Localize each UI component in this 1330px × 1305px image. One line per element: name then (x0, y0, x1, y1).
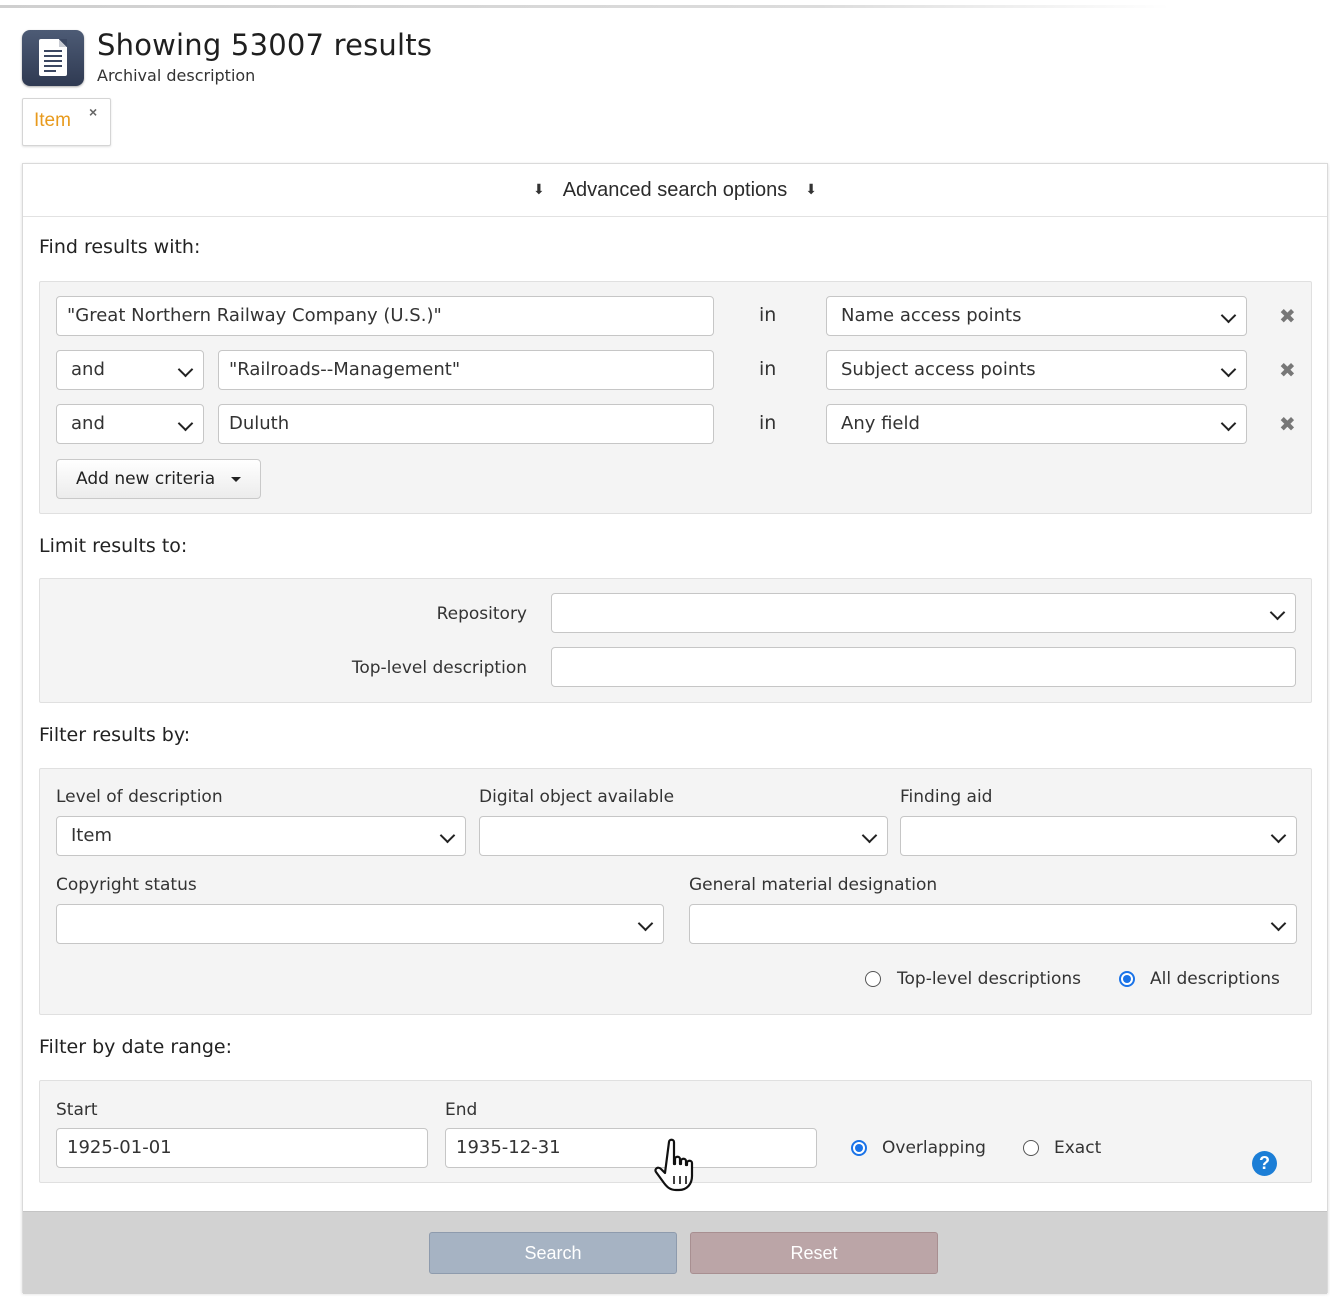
operator-value: and (71, 413, 105, 434)
hand-pointer-cursor-icon (654, 1138, 694, 1192)
chevron-down-icon (1270, 827, 1287, 844)
copyright-status-label: Copyright status (56, 875, 197, 895)
level-of-description-label: Level of description (56, 787, 223, 807)
copyright-status-select[interactable] (56, 904, 664, 944)
general-material-designation-select[interactable] (689, 904, 1297, 944)
chevron-down-icon (1270, 915, 1287, 932)
remove-criteria-icon[interactable]: ✖ (1279, 304, 1296, 329)
page-title: Showing 53007 results (97, 28, 433, 62)
end-date-input[interactable]: 1935-12-31 (445, 1128, 817, 1168)
exact-label: Exact (1054, 1138, 1102, 1158)
all-descriptions-radio[interactable] (1119, 971, 1135, 987)
limit-results-heading: Limit results to: (39, 535, 188, 557)
limit-well: Repository Top-level description (39, 578, 1312, 703)
repository-label: Repository (436, 604, 527, 624)
in-label: in (759, 412, 777, 434)
field-select-value: Any field (841, 413, 920, 434)
chevron-down-icon (1220, 307, 1237, 324)
filter-tag-label: Item (34, 110, 71, 131)
chevron-double-down-icon: ⬇︎ (532, 181, 545, 197)
chevron-down-icon (177, 415, 194, 432)
operator-select-3[interactable]: and (56, 404, 204, 444)
finding-aid-label: Finding aid (900, 787, 993, 807)
remove-criteria-icon[interactable]: ✖ (1279, 412, 1296, 437)
top-divider (0, 5, 1170, 8)
criteria-well: "Great Northern Railway Company (U.S.)" … (39, 281, 1312, 514)
form-actions: Search Reset (23, 1211, 1327, 1294)
top-level-descriptions-label: Top-level descriptions (897, 969, 1082, 989)
overlapping-label: Overlapping (882, 1138, 986, 1158)
query-input-2[interactable]: "Railroads--Management" (218, 350, 714, 390)
advanced-search-toggle[interactable]: ⬇︎ Advanced search options ⬇︎ (23, 164, 1327, 217)
remove-criteria-icon[interactable]: ✖ (1279, 358, 1296, 383)
chevron-double-down-icon: ⬇︎ (805, 181, 818, 197)
date-range-heading: Filter by date range: (39, 1036, 232, 1058)
advanced-search-label: Advanced search options (562, 179, 788, 201)
in-label: in (759, 304, 777, 326)
digital-object-select[interactable] (479, 816, 888, 856)
chevron-down-icon (177, 361, 194, 378)
in-label: in (759, 358, 777, 380)
reset-button[interactable]: Reset (690, 1232, 938, 1274)
chevron-down-icon (637, 915, 654, 932)
top-level-descriptions-radio[interactable] (865, 971, 881, 987)
page-subtitle: Archival description (97, 66, 256, 85)
digital-object-label: Digital object available (479, 787, 675, 807)
add-new-criteria-button[interactable]: Add new criteria (56, 459, 261, 499)
query-input-3[interactable]: Duluth (218, 404, 714, 444)
field-select-2[interactable]: Subject access points (826, 350, 1247, 390)
field-select-value: Subject access points (841, 359, 1036, 380)
chevron-down-icon (861, 827, 878, 844)
start-date-input[interactable]: 1925-01-01 (56, 1128, 428, 1168)
active-filter-tag: Item × (22, 98, 111, 146)
query-input-1[interactable]: "Great Northern Railway Company (U.S.)" (56, 296, 714, 336)
find-results-heading: Find results with: (39, 236, 201, 258)
caret-down-icon (231, 477, 241, 482)
chevron-down-icon (1220, 415, 1237, 432)
filter-well: Level of description Item Digital object… (39, 768, 1312, 1015)
level-value: Item (71, 825, 112, 846)
search-button[interactable]: Search (429, 1232, 677, 1274)
level-of-description-select[interactable]: Item (56, 816, 466, 856)
all-descriptions-label: All descriptions (1150, 969, 1280, 989)
end-date-label: End (445, 1100, 478, 1120)
start-date-label: Start (56, 1100, 98, 1120)
overlapping-radio[interactable] (851, 1140, 867, 1156)
document-icon (22, 30, 84, 86)
operator-value: and (71, 359, 105, 380)
general-material-designation-label: General material designation (689, 875, 938, 895)
add-criteria-label: Add new criteria (76, 469, 216, 489)
filter-results-heading: Filter results by: (39, 724, 191, 746)
help-icon[interactable]: ? (1252, 1151, 1277, 1176)
field-select-value: Name access points (841, 305, 1022, 326)
chevron-down-icon (1220, 361, 1237, 378)
repository-select[interactable] (551, 593, 1296, 633)
advanced-search-panel: ⬇︎ Advanced search options ⬇︎ Find results… (22, 163, 1328, 1294)
chevron-down-icon (439, 827, 456, 844)
remove-filter-icon[interactable]: × (89, 104, 97, 120)
finding-aid-select[interactable] (900, 816, 1297, 856)
exact-radio[interactable] (1023, 1140, 1039, 1156)
top-level-description-input[interactable] (551, 647, 1296, 687)
field-select-1[interactable]: Name access points (826, 296, 1247, 336)
operator-select-2[interactable]: and (56, 350, 204, 390)
chevron-down-icon (1269, 604, 1286, 621)
field-select-3[interactable]: Any field (826, 404, 1247, 444)
top-level-description-label: Top-level description (351, 658, 527, 678)
